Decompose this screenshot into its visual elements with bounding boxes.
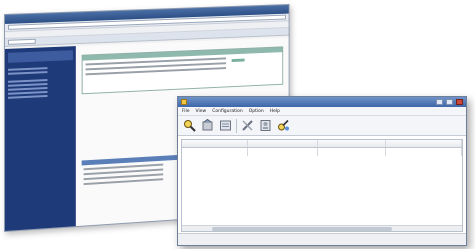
sidebar-logo-block xyxy=(7,50,73,63)
screenshot-stage: File View Configuration Option Help xyxy=(0,0,475,249)
browser-tab[interactable] xyxy=(7,38,36,45)
menu-configuration[interactable]: Configuration xyxy=(212,109,243,114)
browser-icon[interactable] xyxy=(276,118,291,133)
menu-option[interactable]: Option xyxy=(249,109,264,114)
column-header[interactable] xyxy=(318,140,386,147)
table-cell xyxy=(182,148,248,156)
table-cell xyxy=(318,148,386,156)
subsection-header xyxy=(81,154,182,166)
scrollbar-thumb[interactable] xyxy=(212,227,392,231)
minimize-button[interactable] xyxy=(436,99,443,105)
search-icon[interactable] xyxy=(182,118,197,133)
app-icon xyxy=(181,99,187,105)
maximize-button[interactable] xyxy=(446,99,453,105)
table-row[interactable] xyxy=(182,148,462,156)
column-header[interactable] xyxy=(248,140,318,147)
toolbar-separator xyxy=(236,118,237,133)
tools-icon[interactable] xyxy=(240,118,255,133)
menu-view[interactable]: View xyxy=(196,109,207,114)
sidebar-link[interactable] xyxy=(7,79,48,83)
info-box xyxy=(81,46,284,95)
sidebar-link[interactable] xyxy=(7,71,48,75)
table-cell xyxy=(386,148,462,156)
close-button[interactable] xyxy=(456,99,463,105)
table-header xyxy=(182,140,462,148)
app-title-bar xyxy=(178,97,466,107)
column-header[interactable] xyxy=(182,140,248,147)
web-sidebar xyxy=(4,46,76,231)
status-bar xyxy=(178,233,466,245)
table-cell xyxy=(248,148,318,156)
device-icon[interactable] xyxy=(258,118,273,133)
device-table xyxy=(181,139,463,232)
app-window: File View Configuration Option Help xyxy=(177,96,467,246)
sidebar-link[interactable] xyxy=(7,94,48,99)
app-menu-bar: File View Configuration Option Help xyxy=(178,107,466,116)
network-icon[interactable] xyxy=(218,118,233,133)
settings-icon[interactable] xyxy=(200,118,215,133)
menu-file[interactable]: File xyxy=(182,109,190,114)
main-link[interactable] xyxy=(231,58,245,63)
horizontal-scrollbar[interactable] xyxy=(182,225,462,231)
sidebar-link[interactable] xyxy=(7,67,48,71)
column-header[interactable] xyxy=(386,140,462,147)
app-toolbar xyxy=(178,116,466,136)
subsection xyxy=(81,153,182,186)
menu-help[interactable]: Help xyxy=(270,109,280,114)
